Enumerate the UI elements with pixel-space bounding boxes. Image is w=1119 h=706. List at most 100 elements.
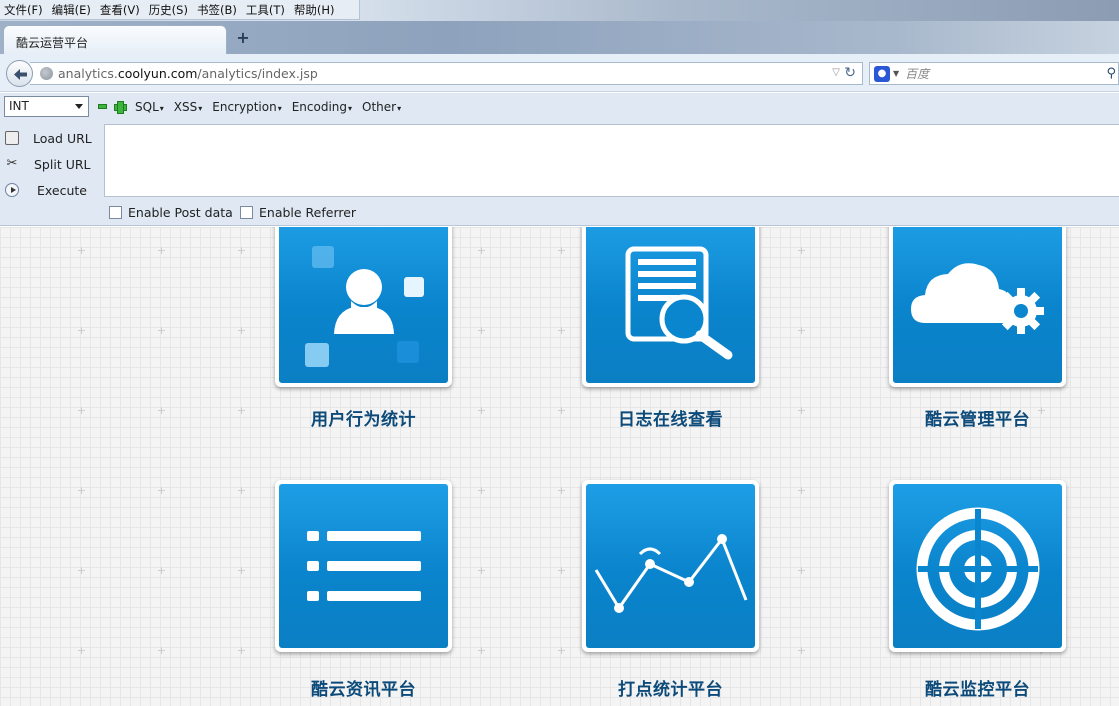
tile-frame [275, 227, 452, 387]
tile-icon-area [586, 484, 755, 648]
enable-referrer-checkbox[interactable]: Enable Referrer [240, 205, 356, 220]
decrease-icon[interactable] [98, 104, 107, 109]
referrer-checkbox-box[interactable] [240, 206, 253, 219]
line-chart-icon [594, 534, 748, 613]
menu-history[interactable]: 历史(S) [149, 2, 188, 18]
grid-plus-mark [238, 647, 245, 654]
tile-icon-area [893, 227, 1062, 383]
grid-plus-mark [478, 647, 485, 654]
reload-icon[interactable]: ↻ [844, 65, 856, 81]
url-bar[interactable]: analytics.coolyun.com/analytics/index.js… [30, 62, 863, 85]
load-url-button[interactable]: Load URL [0, 125, 100, 151]
grid-plus-mark [78, 327, 85, 334]
grid-plus-mark [798, 567, 805, 574]
grid-plus-mark [158, 487, 165, 494]
grid-plus-mark [558, 567, 565, 574]
enable-post-data-checkbox[interactable]: Enable Post data [109, 205, 233, 220]
hackbar-menu-sql[interactable]: SQL [135, 100, 164, 114]
tile-frame [889, 227, 1066, 387]
hackbar-menu-encoding[interactable]: Encoding [292, 100, 352, 114]
tile-icon-area [279, 227, 448, 383]
grid-plus-mark [238, 487, 245, 494]
tile-cloud-management[interactable] [889, 227, 1066, 387]
grid-plus-mark [558, 407, 565, 414]
menu-edit[interactable]: 编辑(E) [52, 2, 91, 18]
tile-monitoring-platform[interactable] [889, 480, 1066, 652]
new-tab-button[interactable]: + [234, 29, 252, 47]
tile-icon-area [279, 484, 448, 648]
hackbar-url-textarea[interactable] [104, 124, 1119, 197]
tile-icon-area [586, 227, 755, 383]
grid-plus-mark [238, 567, 245, 574]
tile-frame [275, 480, 452, 652]
navigation-bar: analytics.coolyun.com/analytics/index.js… [0, 54, 1119, 92]
grid-plus-mark [158, 247, 165, 254]
menu-bookmarks[interactable]: 书签(B) [197, 2, 237, 18]
tile-label: 酷云监控平台 [925, 680, 1030, 700]
load-url-label: Load URL [33, 130, 92, 146]
tile-label: 酷云管理平台 [925, 410, 1030, 430]
search-placeholder: 百度 [905, 67, 930, 81]
target-icon [916, 507, 1040, 631]
grid-plus-mark [78, 647, 85, 654]
tile-tracking-stats[interactable] [582, 480, 759, 652]
cloud-gear-icon [911, 263, 1044, 334]
globe-icon [40, 67, 53, 80]
url-text: analytics.coolyun.com/analytics/index.js… [58, 66, 318, 81]
play-icon [5, 183, 19, 197]
grid-plus-mark [158, 567, 165, 574]
enable-post-data-label: Enable Post data [128, 205, 233, 220]
menu-bar: 文件(F) 编辑(E) 查看(V) 历史(S) 书签(B) 工具(T) 帮助(H… [0, 0, 1119, 21]
post-data-checkbox-box[interactable] [109, 206, 122, 219]
increase-icon[interactable] [114, 101, 127, 114]
hackbar-menu-encryption[interactable]: Encryption [212, 100, 281, 114]
hackbar-toolbar: INT SQL XSS Encryption Encoding Other Lo… [0, 93, 1119, 226]
back-button[interactable] [6, 60, 33, 87]
grid-plus-mark [798, 487, 805, 494]
grid-plus-mark [238, 407, 245, 414]
back-arrow-icon [14, 69, 27, 80]
search-icon[interactable]: ⚲ [1106, 66, 1116, 81]
tab-active[interactable]: 酷云运营平台 [3, 25, 227, 55]
menu-tools[interactable]: 工具(T) [246, 2, 285, 18]
tile-user-behavior[interactable] [275, 227, 452, 387]
grid-plus-mark [558, 487, 565, 494]
tile-icon-area [893, 484, 1062, 648]
menu-file[interactable]: 文件(F) [4, 2, 43, 18]
grid-plus-mark [798, 647, 805, 654]
grid-plus-mark [478, 327, 485, 334]
grid-plus-mark [798, 407, 805, 414]
split-url-button[interactable]: ✂ Split URL [0, 151, 100, 177]
hackbar-int-select[interactable]: INT [4, 96, 89, 117]
hackbar-menu-xss[interactable]: XSS [174, 100, 202, 114]
menu-view[interactable]: 查看(V) [100, 2, 140, 18]
grid-plus-mark [558, 647, 565, 654]
tile-log-viewer[interactable] [582, 227, 759, 387]
search-engine-dropdown-icon[interactable]: ▼ [893, 69, 899, 78]
tile-label: 日志在线查看 [618, 410, 723, 430]
grid-plus-mark [158, 407, 165, 414]
tile-news-platform[interactable] [275, 480, 452, 652]
menu-help[interactable]: 帮助(H) [294, 2, 335, 18]
menu-bar-items: 文件(F) 编辑(E) 查看(V) 历史(S) 书签(B) 工具(T) 帮助(H… [0, 0, 360, 20]
grid-plus-mark [478, 487, 485, 494]
grid-plus-mark [78, 487, 85, 494]
grid-plus-mark [78, 247, 85, 254]
grid-plus-mark [78, 567, 85, 574]
log-search-icon [625, 246, 733, 360]
search-bar[interactable]: ● ▼ 百度 ⚲ [869, 62, 1119, 85]
execute-label: Execute [37, 182, 87, 198]
url-dropdown-icon[interactable]: ▽ [832, 67, 840, 78]
split-url-label: Split URL [34, 156, 91, 172]
grid-plus-mark [478, 247, 485, 254]
hackbar-menu-other[interactable]: Other [362, 100, 401, 114]
execute-button[interactable]: Execute [0, 177, 100, 203]
grid-plus-mark [238, 247, 245, 254]
tile-frame [889, 480, 1066, 652]
baidu-paw-icon[interactable]: ● [874, 65, 890, 82]
grid-plus-mark [478, 567, 485, 574]
grid-plus-mark [158, 327, 165, 334]
grid-plus-mark [798, 327, 805, 334]
tile-frame [582, 227, 759, 387]
tab-title: 酷云运营平台 [16, 36, 89, 50]
